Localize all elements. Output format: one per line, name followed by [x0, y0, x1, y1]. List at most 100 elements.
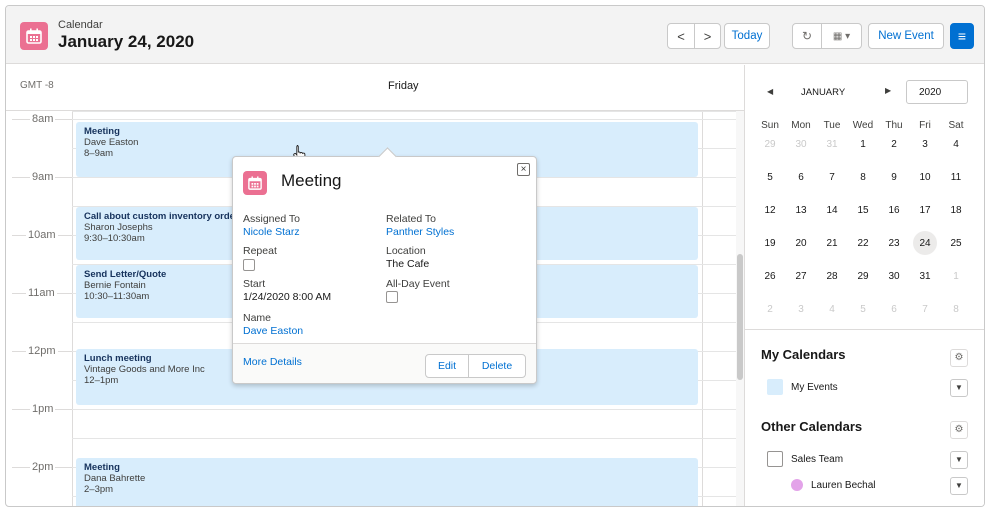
mini-calendar-day[interactable]: 15	[846, 199, 880, 223]
weekday-label: Wed	[852, 120, 874, 131]
mini-calendar-day[interactable]: 4	[815, 298, 849, 322]
edit-button[interactable]: Edit	[425, 354, 469, 378]
view-controls-group: ↻ ▦ ▾	[792, 23, 862, 49]
mini-calendar-day[interactable]: 26	[753, 265, 787, 289]
close-icon[interactable]: ×	[517, 163, 530, 176]
event-title: Meeting	[84, 126, 120, 137]
prev-day-button[interactable]: <	[668, 24, 694, 48]
my-calendars-gear-icon[interactable]: ⚙	[950, 349, 968, 367]
my-events-swatch[interactable]	[767, 379, 783, 395]
repeat-checkbox	[243, 259, 255, 271]
calendar-app: Calendar January 24, 2020 < > Today ↻ ▦ …	[5, 5, 985, 507]
popover-footer: More Details Edit Delete	[233, 343, 536, 383]
mini-calendar-day[interactable]: 12	[753, 199, 787, 223]
mini-calendar-day[interactable]: 10	[908, 166, 942, 190]
mini-calendar-day[interactable]: 1	[846, 133, 880, 157]
sales-team-caret-icon[interactable]: ▼	[950, 451, 968, 469]
mini-calendar-day[interactable]: 21	[815, 232, 849, 256]
mini-calendar-day[interactable]: 27	[784, 265, 818, 289]
related-to-link[interactable]: Panther Styles	[386, 226, 454, 238]
mini-calendar-day[interactable]: 11	[939, 166, 973, 190]
sales-team-checkbox[interactable]	[767, 451, 783, 467]
mini-calendar-day[interactable]: 8	[939, 298, 973, 322]
grid-line	[72, 111, 736, 112]
mini-calendar-day[interactable]: 31	[815, 133, 849, 157]
hour-label: 2pm	[30, 461, 56, 473]
my-events-caret-icon[interactable]: ▼	[950, 379, 968, 397]
hour-label: 12pm	[26, 345, 58, 357]
mini-calendar-day[interactable]: 6	[784, 166, 818, 190]
mini-calendar-day[interactable]: 16	[877, 199, 911, 223]
my-calendars-title: My Calendars	[761, 347, 846, 362]
next-day-button[interactable]: >	[694, 24, 720, 48]
mini-calendar-day[interactable]: 23	[877, 232, 911, 256]
mini-calendar-day[interactable]: 19	[753, 232, 787, 256]
mini-calendar-day[interactable]: 5	[753, 166, 787, 190]
grid-line	[72, 119, 736, 120]
lauren-color-dot[interactable]	[791, 479, 803, 491]
mini-calendar-day[interactable]: 13	[784, 199, 818, 223]
more-details-link[interactable]: More Details	[243, 356, 302, 368]
other-calendars-gear-icon[interactable]: ⚙	[950, 421, 968, 439]
mini-calendar-day[interactable]: 29	[846, 265, 880, 289]
mini-calendar-day[interactable]: 8	[846, 166, 880, 190]
mini-calendar-day[interactable]: 6	[877, 298, 911, 322]
new-event-button[interactable]: New Event	[868, 23, 944, 49]
mini-calendar-day[interactable]: 30	[877, 265, 911, 289]
mini-calendar-day[interactable]: 3	[784, 298, 818, 322]
grid-line	[72, 409, 736, 410]
calendar-view-icon[interactable]: ▦ ▾	[821, 24, 861, 48]
popover-title: Meeting	[281, 171, 342, 190]
next-month-icon[interactable]: ▶	[885, 86, 891, 95]
mini-calendar-day[interactable]: 18	[939, 199, 973, 223]
mini-calendar-day[interactable]: 24	[908, 232, 942, 256]
mini-calendar-day[interactable]: 22	[846, 232, 880, 256]
mini-calendar-day[interactable]: 30	[784, 133, 818, 157]
side-panel: ◀ JANUARY ▶ 2020 Sun Mon Tue Wed Thu Fri…	[744, 65, 984, 506]
mini-calendar-day[interactable]: 3	[908, 133, 942, 157]
lauren-caret-icon[interactable]: ▼	[950, 477, 968, 495]
event-title: Meeting	[84, 462, 120, 473]
mini-calendar-day[interactable]: 28	[815, 265, 849, 289]
mini-calendar-day[interactable]: 5	[846, 298, 880, 322]
event-detail-popover: × Meeting Assigned To Nicole Starz Relat…	[232, 156, 537, 384]
year-select[interactable]: 2020	[906, 80, 968, 104]
mini-calendar-day[interactable]: 31	[908, 265, 942, 289]
mini-calendar-day[interactable]: 2	[877, 133, 911, 157]
mini-calendar-day[interactable]: 7	[908, 298, 942, 322]
refresh-icon[interactable]: ↻	[793, 24, 821, 48]
mini-calendar-day[interactable]: 9	[877, 166, 911, 190]
mini-calendar-day[interactable]: 14	[815, 199, 849, 223]
grid-left-border	[72, 111, 73, 506]
day-name: Friday	[388, 80, 419, 92]
day-header: GMT -8 Friday	[6, 65, 744, 111]
weekday-label: Thu	[885, 120, 903, 131]
event-meeting-dana[interactable]: Meeting Dana Bahrette 2–3pm	[76, 458, 698, 506]
assigned-to-link[interactable]: Nicole Starz	[243, 226, 300, 238]
mini-calendar-day[interactable]: 29	[753, 133, 787, 157]
scrollbar-thumb[interactable]	[737, 254, 743, 380]
all-day-label: All-Day Event	[386, 278, 450, 290]
page-subtitle: Calendar	[58, 19, 103, 31]
assigned-to-label: Assigned To	[243, 213, 301, 225]
prev-month-icon[interactable]: ◀	[767, 87, 773, 96]
event-time: 2–3pm	[84, 484, 114, 495]
grid-line	[72, 438, 736, 439]
mini-calendar-day[interactable]: 7	[815, 166, 849, 190]
menu-icon[interactable]: ≡	[950, 23, 974, 49]
today-button[interactable]: Today	[724, 23, 770, 49]
mini-calendar-day[interactable]: 20	[784, 232, 818, 256]
mini-calendar-day[interactable]: 4	[939, 133, 973, 157]
mini-calendar-day[interactable]: 25	[939, 232, 973, 256]
start-value: 1/24/2020 8:00 AM	[243, 291, 332, 303]
related-to-label: Related To	[386, 213, 437, 225]
lauren-bechal-label: Lauren Bechal	[811, 480, 876, 491]
mini-calendar-day[interactable]: 17	[908, 199, 942, 223]
location-label: Location	[386, 245, 426, 257]
delete-button[interactable]: Delete	[468, 354, 526, 378]
mini-calendar-day[interactable]: 2	[753, 298, 787, 322]
hour-label: 9am	[30, 171, 56, 183]
name-link[interactable]: Dave Easton	[243, 325, 303, 337]
mini-calendar-day[interactable]: 1	[939, 265, 973, 289]
hour-label: 10am	[26, 229, 58, 241]
